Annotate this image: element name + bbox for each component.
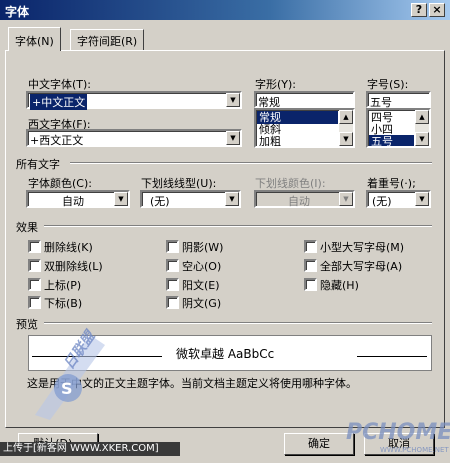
underline-color-label: 下划线颜色(I): [255, 177, 326, 190]
chevron-down-icon[interactable]: ▼ [114, 192, 128, 206]
underline-style-label: 下划线线型(U): [141, 177, 217, 190]
size-label: 字号(S): [367, 78, 409, 91]
svg-text:S: S [61, 379, 73, 398]
preview-sample: 微软卓越 AaBbCc [176, 347, 275, 361]
divider [44, 322, 432, 324]
engrave-checkbox[interactable] [166, 296, 179, 309]
chevron-down-icon[interactable]: ▼ [225, 192, 239, 206]
title-bar[interactable]: 字体 ? × [0, 0, 450, 20]
chevron-down-icon[interactable]: ▼ [226, 93, 240, 107]
list-item[interactable]: 加粗 [257, 135, 283, 146]
outline-label[interactable]: 空心(O) [182, 258, 221, 274]
chevron-down-icon[interactable]: ▼ [415, 132, 429, 146]
chevron-down-icon[interactable]: ▼ [415, 192, 429, 206]
list-item[interactable]: 五号 [369, 135, 414, 146]
size-listbox[interactable]: 四号 小四 五号 ▲ ▼ [366, 108, 431, 148]
chevron-down-icon[interactable]: ▼ [339, 132, 353, 146]
preview-line [357, 356, 427, 357]
emboss-checkbox[interactable] [166, 278, 179, 291]
chinese-font-label: 中文字体(T): [28, 78, 92, 91]
double-strikethrough-label[interactable]: 双删除线(L) [44, 258, 103, 274]
strikethrough-label[interactable]: 删除线(K) [44, 239, 93, 255]
superscript-checkbox[interactable] [28, 278, 41, 291]
underline-color-value: 自动 [288, 195, 310, 208]
scrollbar[interactable]: ▲ ▼ [415, 110, 429, 146]
chevron-down-icon[interactable]: ▼ [226, 131, 240, 145]
subscript-checkbox[interactable] [28, 296, 41, 309]
small-caps-label[interactable]: 小型大写字母(M) [320, 239, 404, 255]
font-color-select[interactable]: 自动 ▼ [26, 190, 130, 208]
underline-color-select: 自动 ▼ [254, 190, 355, 208]
emphasis-label: 着重号(·); [367, 177, 416, 190]
hidden-label[interactable]: 隐藏(H) [320, 277, 359, 293]
window-title: 字体 [5, 5, 30, 19]
superscript-label[interactable]: 上标(P) [44, 277, 81, 293]
strikethrough-checkbox[interactable] [28, 240, 41, 253]
upload-banner: 上传于[新客网 WWW.XKER.COM] [0, 442, 180, 456]
effects-section-label: 效果 [16, 221, 38, 234]
all-caps-label[interactable]: 全部大写字母(A) [320, 258, 402, 274]
all-caps-checkbox[interactable] [304, 259, 317, 272]
font-color-value: 自动 [62, 195, 84, 208]
shadow-label[interactable]: 阴影(W) [182, 239, 223, 255]
font-color-label: 字体颜色(C): [28, 177, 92, 190]
style-label: 字形(Y): [255, 78, 297, 91]
scrollbar[interactable]: ▲ ▼ [339, 110, 353, 146]
chevron-up-icon[interactable]: ▲ [415, 110, 429, 124]
hidden-checkbox[interactable] [304, 278, 317, 291]
double-strikethrough-checkbox[interactable] [28, 259, 41, 272]
small-caps-checkbox[interactable] [304, 240, 317, 253]
watermark-url: WWW.PCHOME.NET [380, 446, 449, 454]
chinese-font-select[interactable]: +中文正文 ▼ [26, 91, 242, 110]
emphasis-select[interactable]: (无) ▼ [366, 190, 431, 208]
style-input[interactable]: 常规 [254, 91, 355, 109]
chevron-up-icon[interactable]: ▲ [339, 110, 353, 124]
western-font-value: +西文正文 [30, 134, 84, 147]
style-listbox[interactable]: 常规 倾斜 加粗 ▲ ▼ [254, 108, 355, 148]
all-text-section-label: 所有文字 [16, 158, 60, 171]
engrave-label[interactable]: 阴文(G) [182, 295, 221, 311]
divider [70, 162, 432, 164]
help-button[interactable]: ? [411, 3, 427, 17]
tab-character-spacing[interactable]: 字符间距(R) [70, 29, 145, 50]
ok-button[interactable]: 确定 [284, 433, 354, 455]
divider [44, 225, 432, 227]
emboss-label[interactable]: 阳文(E) [182, 277, 220, 293]
close-button[interactable]: × [429, 3, 445, 17]
underline-style-select[interactable]: (无) ▼ [140, 190, 241, 208]
watermark-site: PCHOME [346, 420, 450, 445]
underline-style-value: (无) [150, 195, 170, 208]
western-font-select[interactable]: +西文正文 ▼ [26, 129, 242, 147]
tab-font[interactable]: 字体(N) [8, 27, 61, 51]
outline-checkbox[interactable] [166, 259, 179, 272]
chinese-font-value: +中文正文 [30, 94, 88, 110]
shadow-checkbox[interactable] [166, 240, 179, 253]
emphasis-value: (无) [372, 195, 392, 208]
chevron-down-icon: ▼ [339, 192, 353, 206]
subscript-label[interactable]: 下标(B) [44, 295, 82, 311]
size-input[interactable]: 五号 [366, 91, 431, 109]
